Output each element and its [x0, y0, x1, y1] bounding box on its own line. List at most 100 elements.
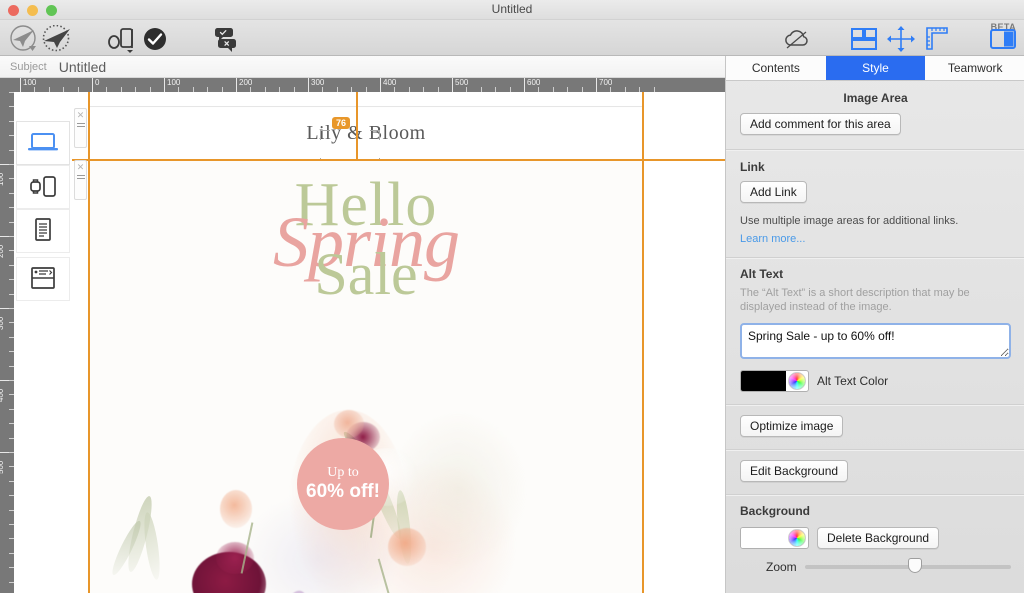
- selection-corner-tl: [320, 130, 330, 140]
- app-window: Untitled BETA Subject Untitled 100 0 100…: [0, 0, 1024, 593]
- horizontal-ruler[interactable]: 100 0 100 200 300 400 500 600 700: [0, 78, 725, 92]
- laptop-icon: [27, 131, 59, 156]
- delete-row-icon[interactable]: ✕: [77, 111, 85, 120]
- vertical-ruler[interactable]: 100 200 300 400 500: [0, 92, 14, 593]
- discount-line-1: Up to: [327, 465, 359, 480]
- cloud-offline-icon[interactable]: [780, 26, 814, 52]
- ruler-label: 100: [167, 78, 181, 87]
- background-color-picker[interactable]: [740, 527, 809, 549]
- guide-vertical-center: [356, 92, 358, 160]
- optimize-image-button[interactable]: Optimize image: [740, 415, 844, 437]
- alt-text-heading: Alt Text: [740, 267, 784, 281]
- delete-background-button[interactable]: Delete Background: [817, 527, 940, 549]
- add-comment-button[interactable]: Add comment for this area: [740, 113, 901, 135]
- ruler-label: 300: [311, 78, 325, 87]
- ruler-label: 600: [527, 78, 541, 87]
- alt-text-input[interactable]: [740, 323, 1011, 359]
- row-handle-header[interactable]: ✕: [74, 108, 87, 148]
- alt-text-color-swatch[interactable]: [741, 371, 786, 391]
- background-color-swatch[interactable]: [741, 528, 786, 548]
- subject-label: Subject: [10, 60, 47, 73]
- link-hint: Use multiple image areas for additional …: [740, 215, 959, 227]
- sidebar-item-plain-text-preview[interactable]: [16, 209, 70, 253]
- alt-text-section: Alt Text The “Alt Text” is a short descr…: [726, 258, 1024, 392]
- hero-headline: Hello Spring Sale: [88, 174, 644, 304]
- discount-line-2: 60% off!: [306, 481, 380, 502]
- device-preview-rail: [14, 92, 72, 593]
- tab-teamwork[interactable]: Teamwork: [925, 56, 1024, 80]
- edit-background-section: Edit Background: [726, 450, 1024, 482]
- device-preview-icon[interactable]: [104, 24, 140, 54]
- section-title: Image Area: [843, 91, 908, 105]
- inbox-preview-icon: [29, 265, 57, 294]
- link-heading: Link: [740, 160, 765, 174]
- background-controls-row: Delete Background: [740, 527, 1011, 549]
- background-heading: Background: [740, 504, 811, 518]
- toolbar: BETA: [0, 20, 1024, 56]
- color-wheel-icon[interactable]: [788, 372, 806, 390]
- ruler-label: 100: [0, 172, 5, 186]
- link-section: Link Add Link Use multiple image areas f…: [726, 150, 1024, 245]
- background-zoom-slider[interactable]: [804, 558, 1011, 573]
- comments-icon[interactable]: [206, 25, 244, 53]
- delete-row-icon[interactable]: ✕: [77, 163, 85, 172]
- sidebar-item-inbox-preview[interactable]: [16, 257, 70, 301]
- move-arrows-icon[interactable]: [886, 26, 916, 52]
- ruler-icon[interactable]: [922, 26, 952, 52]
- toggle-panel-icon[interactable]: [988, 26, 1018, 52]
- email-canvas[interactable]: Lily & Bloom Hello Spring Sale Up to 60%…: [72, 92, 725, 593]
- send-test-icon[interactable]: [38, 24, 78, 54]
- ruler-label: 100: [23, 78, 37, 87]
- color-wheel-icon[interactable]: [788, 529, 806, 547]
- ruler-label: 500: [455, 78, 469, 87]
- subject-bar: Subject Untitled: [0, 56, 725, 78]
- email-row-spacer[interactable]: [88, 92, 644, 107]
- sidebar-item-desktop-preview[interactable]: [16, 121, 70, 165]
- alt-text-color-picker[interactable]: [740, 370, 809, 392]
- watch-phone-icon: [27, 174, 59, 201]
- ruler-label: 200: [0, 244, 5, 258]
- ruler-label: 400: [0, 388, 5, 402]
- ruler-label: 500: [0, 460, 5, 474]
- ruler-label: 700: [599, 78, 613, 87]
- discount-badge: Up to 60% off!: [297, 438, 389, 530]
- inspector-tabs: Contents Style Teamwork: [726, 56, 1024, 81]
- ruler-label: 300: [0, 316, 5, 330]
- alt-text-hint: The “Alt Text” is a short description th…: [740, 287, 970, 313]
- layout-blocks-icon[interactable]: [848, 26, 880, 52]
- headline-sale: Sale: [314, 241, 418, 307]
- row-handle-image[interactable]: ✕: [74, 160, 87, 200]
- tab-style[interactable]: Style: [825, 56, 926, 80]
- zoom-row: Zoom: [740, 558, 1011, 574]
- window-title: Untitled: [491, 2, 533, 16]
- drag-handle-icon[interactable]: [76, 175, 85, 181]
- ruler-label: 400: [383, 78, 397, 87]
- zoom-label: Zoom: [766, 560, 797, 574]
- title-bar: Untitled: [0, 0, 1024, 20]
- guide-vertical-left: [88, 92, 90, 593]
- email-row-header[interactable]: Lily & Bloom: [88, 108, 644, 168]
- ruler-label: 0: [95, 78, 100, 87]
- add-link-button[interactable]: Add Link: [740, 181, 807, 203]
- tab-contents[interactable]: Contents: [726, 56, 826, 80]
- edit-background-button[interactable]: Edit Background: [740, 460, 849, 482]
- zoom-slider-knob[interactable]: [907, 558, 922, 573]
- alt-text-color-label: Alt Text Color: [817, 374, 889, 388]
- email-row-image[interactable]: Hello Spring Sale Up to 60% off!: [88, 160, 644, 593]
- inspector-panel: Contents Style Teamwork Image Area Add c…: [725, 56, 1024, 593]
- guide-horizontal-row: [72, 159, 725, 161]
- learn-more-link[interactable]: Learn more...: [740, 233, 805, 245]
- optimize-section: Optimize image: [726, 405, 1024, 437]
- sidebar-item-mobile-preview[interactable]: [16, 165, 70, 209]
- drag-handle-icon[interactable]: [76, 123, 85, 129]
- background-section: Background Delete Background Zoom: [726, 495, 1024, 574]
- ruler-label: 200: [239, 78, 253, 87]
- guide-vertical-right: [642, 92, 644, 593]
- alt-text-color-row: Alt Text Color: [740, 370, 1011, 392]
- selection-corner-tr: [370, 130, 380, 140]
- inspector-body: Image Area Add comment for this area Lin…: [726, 81, 1024, 593]
- image-area-section: Image Area Add comment for this area: [726, 81, 1024, 135]
- document-icon: [31, 217, 55, 246]
- subject-value[interactable]: Untitled: [59, 59, 106, 75]
- check-circle-icon[interactable]: [142, 26, 168, 52]
